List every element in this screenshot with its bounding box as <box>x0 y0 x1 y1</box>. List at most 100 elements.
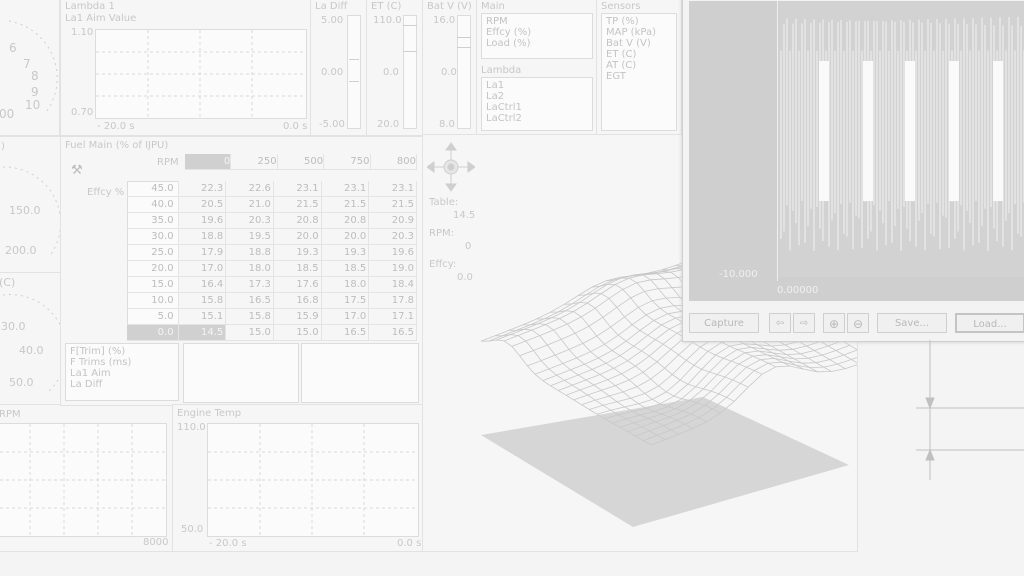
save-button[interactable]: Save... <box>877 313 947 333</box>
fuel-table-cell[interactable]: 19.0 <box>368 260 417 277</box>
load-button[interactable]: Load... <box>955 313 1024 333</box>
fuel-table-cell[interactable]: 17.9 <box>178 244 227 261</box>
fuel-table-cell[interactable]: 18.5 <box>321 260 370 277</box>
lambda-list-item-la2[interactable]: La2 <box>486 91 588 102</box>
fuel-table-cell[interactable]: 23.1 <box>368 181 417 197</box>
fuel-table-cell[interactable]: 20.3 <box>225 212 274 229</box>
fuel-table-cell[interactable]: 17.8 <box>368 292 417 309</box>
fuel-table-cell[interactable]: 15.9 <box>273 308 322 325</box>
trim-list-item-ftrim[interactable]: F[Trim] (%) <box>70 346 174 357</box>
fuel-table-row[interactable]: 40.0 20.5 21.0 21.5 21.5 21.5 <box>127 196 417 213</box>
fuel-table-cell[interactable]: 16.5 <box>368 324 417 341</box>
fuel-load-cell[interactable]: 45.0 <box>127 181 179 197</box>
fuel-table-cell[interactable]: 20.5 <box>178 196 227 213</box>
sensors-item-tp[interactable]: TP (%) <box>606 16 672 27</box>
fuel-table-cell[interactable]: 15.8 <box>225 308 274 325</box>
sensors-item-egt[interactable]: EGT <box>606 71 672 82</box>
fuel-table-cell[interactable]: 20.9 <box>368 212 417 229</box>
fuel-table-cell[interactable]: 17.6 <box>273 276 322 293</box>
fuel-table-cell[interactable]: 17.1 <box>368 308 417 325</box>
fuel-table-cell[interactable]: 22.6 <box>225 181 274 197</box>
fuel-load-cell[interactable]: 40.0 <box>127 196 179 213</box>
sensors-list[interactable]: TP (%) MAP (kPa) Bat V (V) ET (C) AT (C)… <box>601 13 677 131</box>
lambda-list[interactable]: La1 La2 LaCtrl1 LaCtrl2 <box>481 77 593 131</box>
fuel-table-row[interactable]: 5.0 15.1 15.8 15.9 17.0 17.1 <box>127 308 417 325</box>
trim-list-item-ftrims[interactable]: F Trims (ms) <box>70 357 174 368</box>
fuel-table-cell[interactable]: 16.8 <box>273 292 322 309</box>
sensors-item-et[interactable]: ET (C) <box>606 49 672 60</box>
main-list-item-effcy[interactable]: Effcy (%) <box>486 27 588 38</box>
fuel-table-cell[interactable]: 18.8 <box>225 244 274 261</box>
forward-arrow-button[interactable]: ⇨ <box>793 313 815 333</box>
fuel-table-cell[interactable]: 18.5 <box>273 260 322 277</box>
fuel-table-cell[interactable]: 17.0 <box>321 308 370 325</box>
sensors-item-at[interactable]: AT (C) <box>606 60 672 71</box>
fuel-table-cell[interactable]: 19.3 <box>273 244 322 261</box>
fuel-table-cell[interactable]: 20.8 <box>321 212 370 229</box>
fuel-table-cell[interactable]: 20.0 <box>321 228 370 245</box>
capture-button[interactable]: Capture <box>689 313 759 333</box>
fuel-table-cell[interactable]: 20.8 <box>273 212 322 229</box>
fuel-table-cell[interactable]: 16.5 <box>225 292 274 309</box>
fuel-load-cell[interactable]: 15.0 <box>127 276 179 293</box>
fuel-rpm-header-cell[interactable]: 800 <box>370 154 417 170</box>
sensors-item-batv[interactable]: Bat V (V) <box>606 38 672 49</box>
fuel-table-cell[interactable]: 15.0 <box>273 324 322 341</box>
fuel-table-cell[interactable]: 15.8 <box>178 292 227 309</box>
fuel-table-cell[interactable]: 17.5 <box>321 292 370 309</box>
wrench-icon[interactable]: ⚒ <box>71 163 83 178</box>
fuel-load-cell[interactable]: 25.0 <box>127 244 179 261</box>
fuel-table-row[interactable]: 20.0 17.0 18.0 18.5 18.5 19.0 <box>127 260 417 277</box>
lambda-list-item-lactrl1[interactable]: LaCtrl1 <box>486 102 588 113</box>
fuel-table-cell[interactable]: 17.0 <box>178 260 227 277</box>
zoom-out-button[interactable]: ⊖ <box>847 313 869 333</box>
fuel-table-cell[interactable]: 18.8 <box>178 228 227 245</box>
fuel-table-cell[interactable]: 14.5 <box>178 324 227 341</box>
fuel-load-cell[interactable]: 0.0 <box>127 324 179 341</box>
fuel-table-cell[interactable]: 19.6 <box>368 244 417 261</box>
back-arrow-button[interactable]: ⇦ <box>769 313 791 333</box>
fuel-table-cell[interactable]: 20.0 <box>273 228 322 245</box>
fuel-table-cell[interactable]: 21.0 <box>225 196 274 213</box>
fuel-table-cell[interactable]: 16.4 <box>178 276 227 293</box>
lambda-list-item-la1[interactable]: La1 <box>486 80 588 91</box>
fuel-table[interactable]: 45.0 22.3 22.6 23.1 23.1 23.1 40.0 20.5 21.0 21.5… <box>127 181 417 341</box>
fuel-rpm-header-cell[interactable]: 500 <box>277 154 325 170</box>
fuel-load-cell[interactable]: 30.0 <box>127 228 179 245</box>
trim-list-item-la1aim[interactable]: La1 Aim <box>70 368 174 379</box>
trim-list-item-ladiff[interactable]: La Diff <box>70 379 174 390</box>
lambda-list-item-lactrl2[interactable]: LaCtrl2 <box>486 113 588 124</box>
fuel-rpm-header-cell[interactable]: 250 <box>230 154 278 170</box>
sensors-item-map[interactable]: MAP (kPa) <box>606 27 672 38</box>
fuel-table-cell[interactable]: 21.5 <box>273 196 322 213</box>
fuel-table-cell[interactable]: 18.4 <box>368 276 417 293</box>
fuel-table-row[interactable]: 0.0 14.5 15.0 15.0 16.5 16.5 <box>127 324 417 341</box>
main-list[interactable]: RPM Effcy (%) Load (%) <box>481 13 593 59</box>
fuel-table-cell[interactable]: 23.1 <box>321 181 370 197</box>
fuel-table-row[interactable]: 10.0 15.8 16.5 16.8 17.5 17.8 <box>127 292 417 309</box>
fuel-load-cell[interactable]: 10.0 <box>127 292 179 309</box>
fuel-load-cell[interactable]: 5.0 <box>127 308 179 325</box>
fuel-table-cell[interactable]: 22.3 <box>178 181 227 197</box>
fuel-table-cell[interactable]: 18.0 <box>321 276 370 293</box>
fuel-load-cell[interactable]: 20.0 <box>127 260 179 277</box>
fuel-table-cell[interactable]: 18.0 <box>225 260 274 277</box>
fuel-table-cell[interactable]: 23.1 <box>273 181 322 197</box>
fuel-table-cell[interactable]: 16.5 <box>321 324 370 341</box>
fuel-table-row[interactable]: 45.0 22.3 22.6 23.1 23.1 23.1 <box>127 181 417 197</box>
fuel-table-cell[interactable]: 17.3 <box>225 276 274 293</box>
trim-list[interactable]: F[Trim] (%) F Trims (ms) La1 Aim La Diff <box>65 343 179 401</box>
fuel-table-cell[interactable]: 19.6 <box>178 212 227 229</box>
fuel-table-cell[interactable]: 21.5 <box>368 196 417 213</box>
fuel-rpm-header-cell[interactable]: 0 <box>185 154 232 170</box>
fuel-table-row[interactable]: 35.0 19.6 20.3 20.8 20.8 20.9 <box>127 212 417 229</box>
zoom-in-button[interactable]: ⊕ <box>823 313 845 333</box>
fuel-table-row[interactable]: 15.0 16.4 17.3 17.6 18.0 18.4 <box>127 276 417 293</box>
fuel-table-cell[interactable]: 19.3 <box>321 244 370 261</box>
fuel-table-row[interactable]: 25.0 17.9 18.8 19.3 19.3 19.6 <box>127 244 417 261</box>
fuel-table-row[interactable]: 30.0 18.8 19.5 20.0 20.0 20.3 <box>127 228 417 245</box>
fuel-load-cell[interactable]: 35.0 <box>127 212 179 229</box>
fuel-table-cell[interactable]: 15.0 <box>225 324 274 341</box>
fuel-table-cell[interactable]: 21.5 <box>321 196 370 213</box>
fuel-rpm-header-cell[interactable]: 750 <box>323 154 371 170</box>
